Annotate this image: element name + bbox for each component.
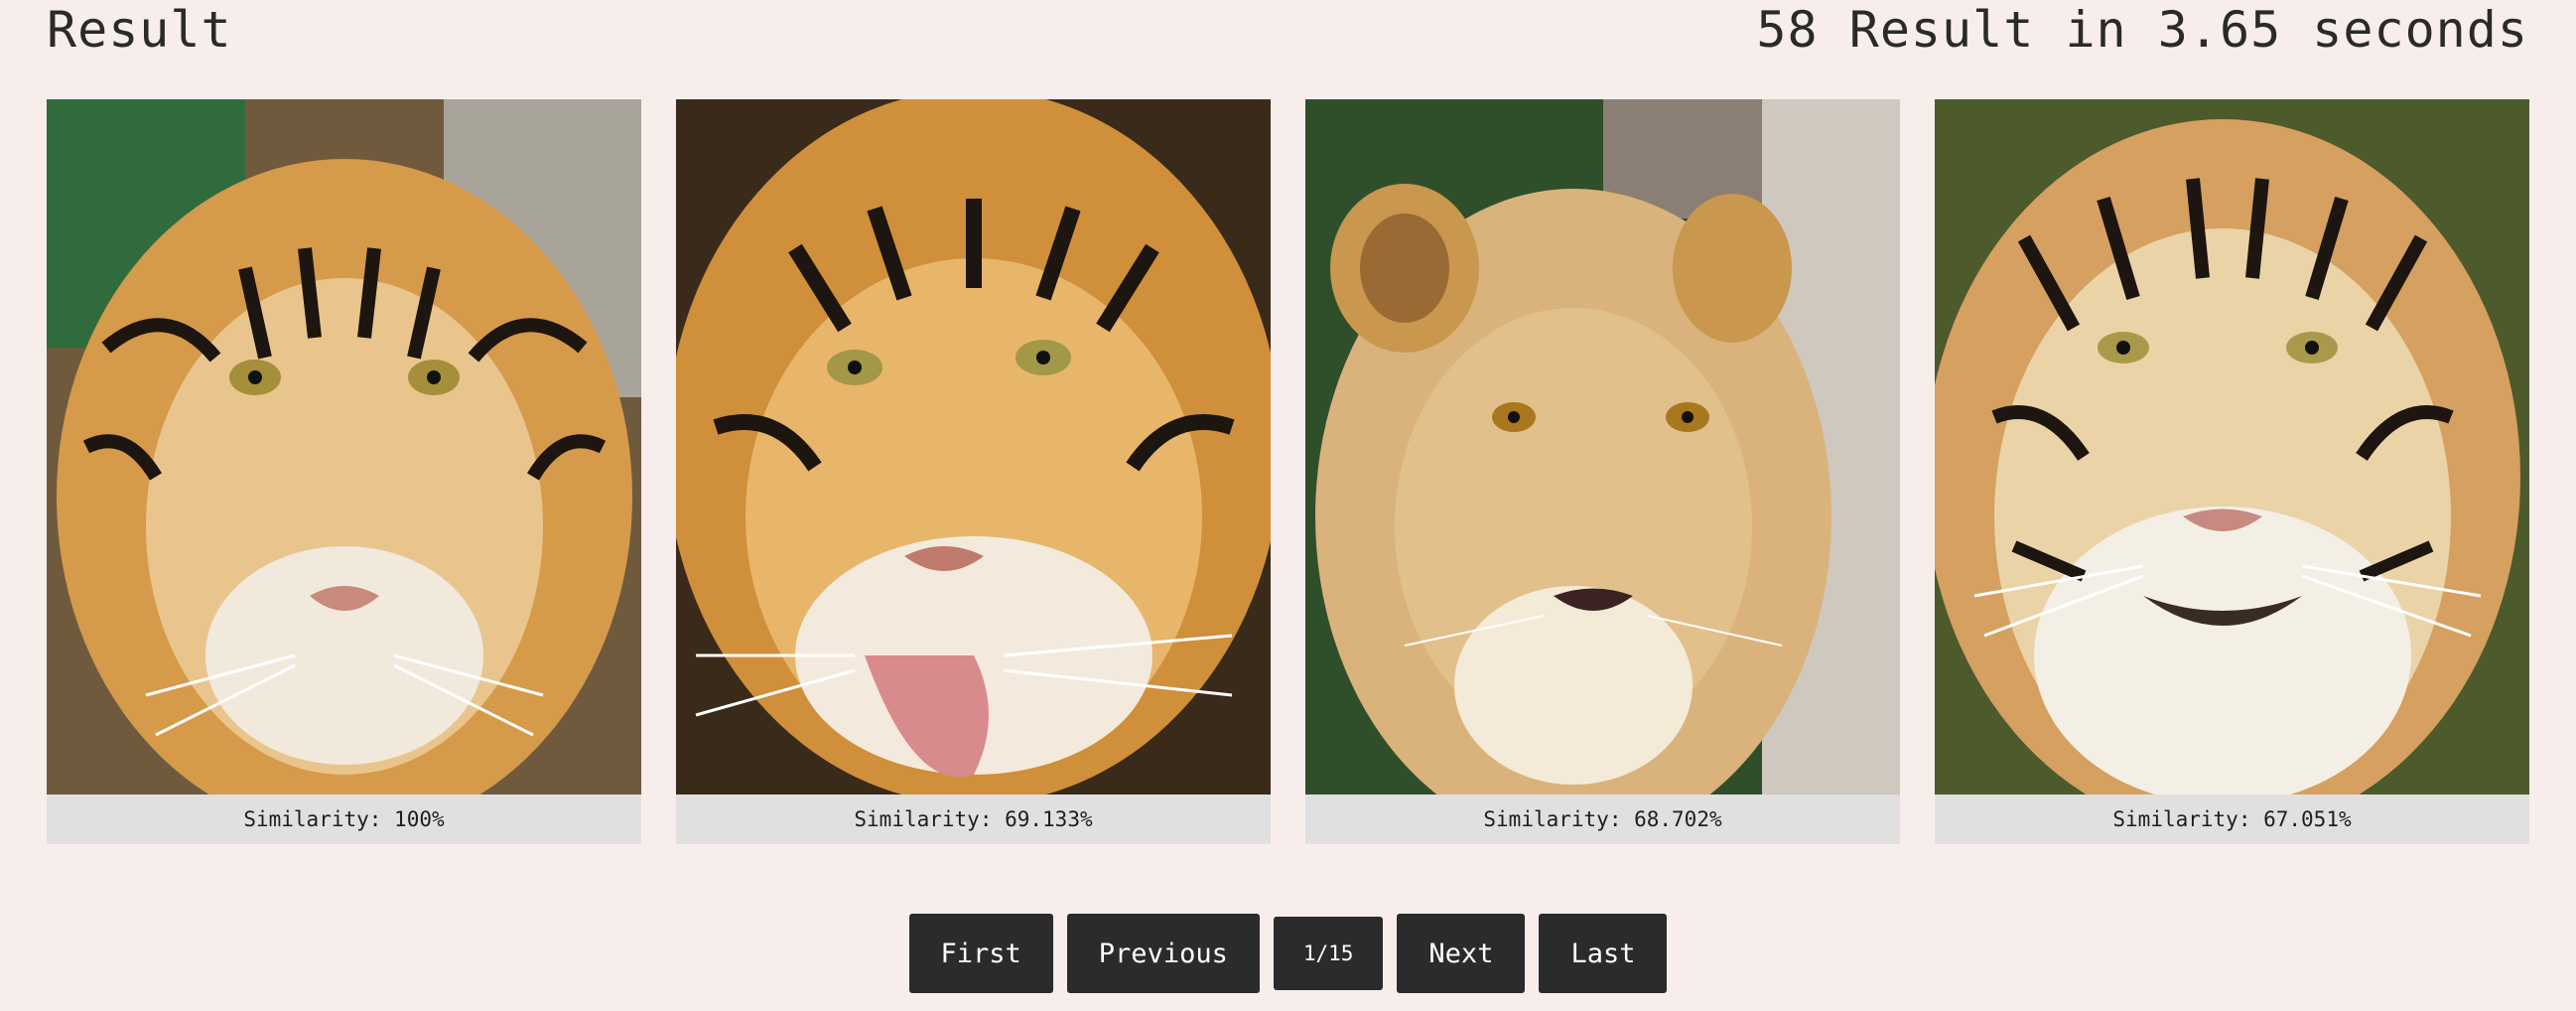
last-page-button[interactable]: Last: [1539, 914, 1668, 993]
previous-page-button[interactable]: Previous: [1066, 914, 1260, 993]
result-card[interactable]: Similarity: 100%: [47, 99, 641, 844]
results-grid: Similarity: 100% Similarity: 69.133% Sim…: [47, 99, 2529, 844]
result-summary: 58 Result in 3.65 seconds: [1756, 1, 2528, 59]
results-page: Result 58 Result in 3.65 seconds Similar…: [0, 0, 2576, 1011]
tiger-face-image[interactable]: [47, 99, 641, 794]
page-indicator: 1/15: [1273, 917, 1384, 990]
result-card[interactable]: Similarity: 68.702%: [1305, 99, 1900, 844]
similarity-label: Similarity: 68.702%: [1305, 794, 1900, 844]
similarity-label: Similarity: 100%: [47, 794, 641, 844]
page-title: Result: [47, 1, 232, 59]
next-page-button[interactable]: Next: [1397, 914, 1526, 993]
first-page-button[interactable]: First: [908, 914, 1053, 993]
pagination: First Previous 1/15 Next Last: [0, 914, 2576, 993]
result-card[interactable]: Similarity: 69.133%: [676, 99, 1271, 844]
similarity-label: Similarity: 69.133%: [676, 794, 1271, 844]
white-tiger-face-image[interactable]: [1935, 99, 2529, 794]
result-card[interactable]: Similarity: 67.051%: [1935, 99, 2529, 844]
similarity-label: Similarity: 67.051%: [1935, 794, 2529, 844]
tiger-tongue-image[interactable]: [676, 99, 1271, 794]
lioness-face-image[interactable]: [1305, 99, 1900, 794]
